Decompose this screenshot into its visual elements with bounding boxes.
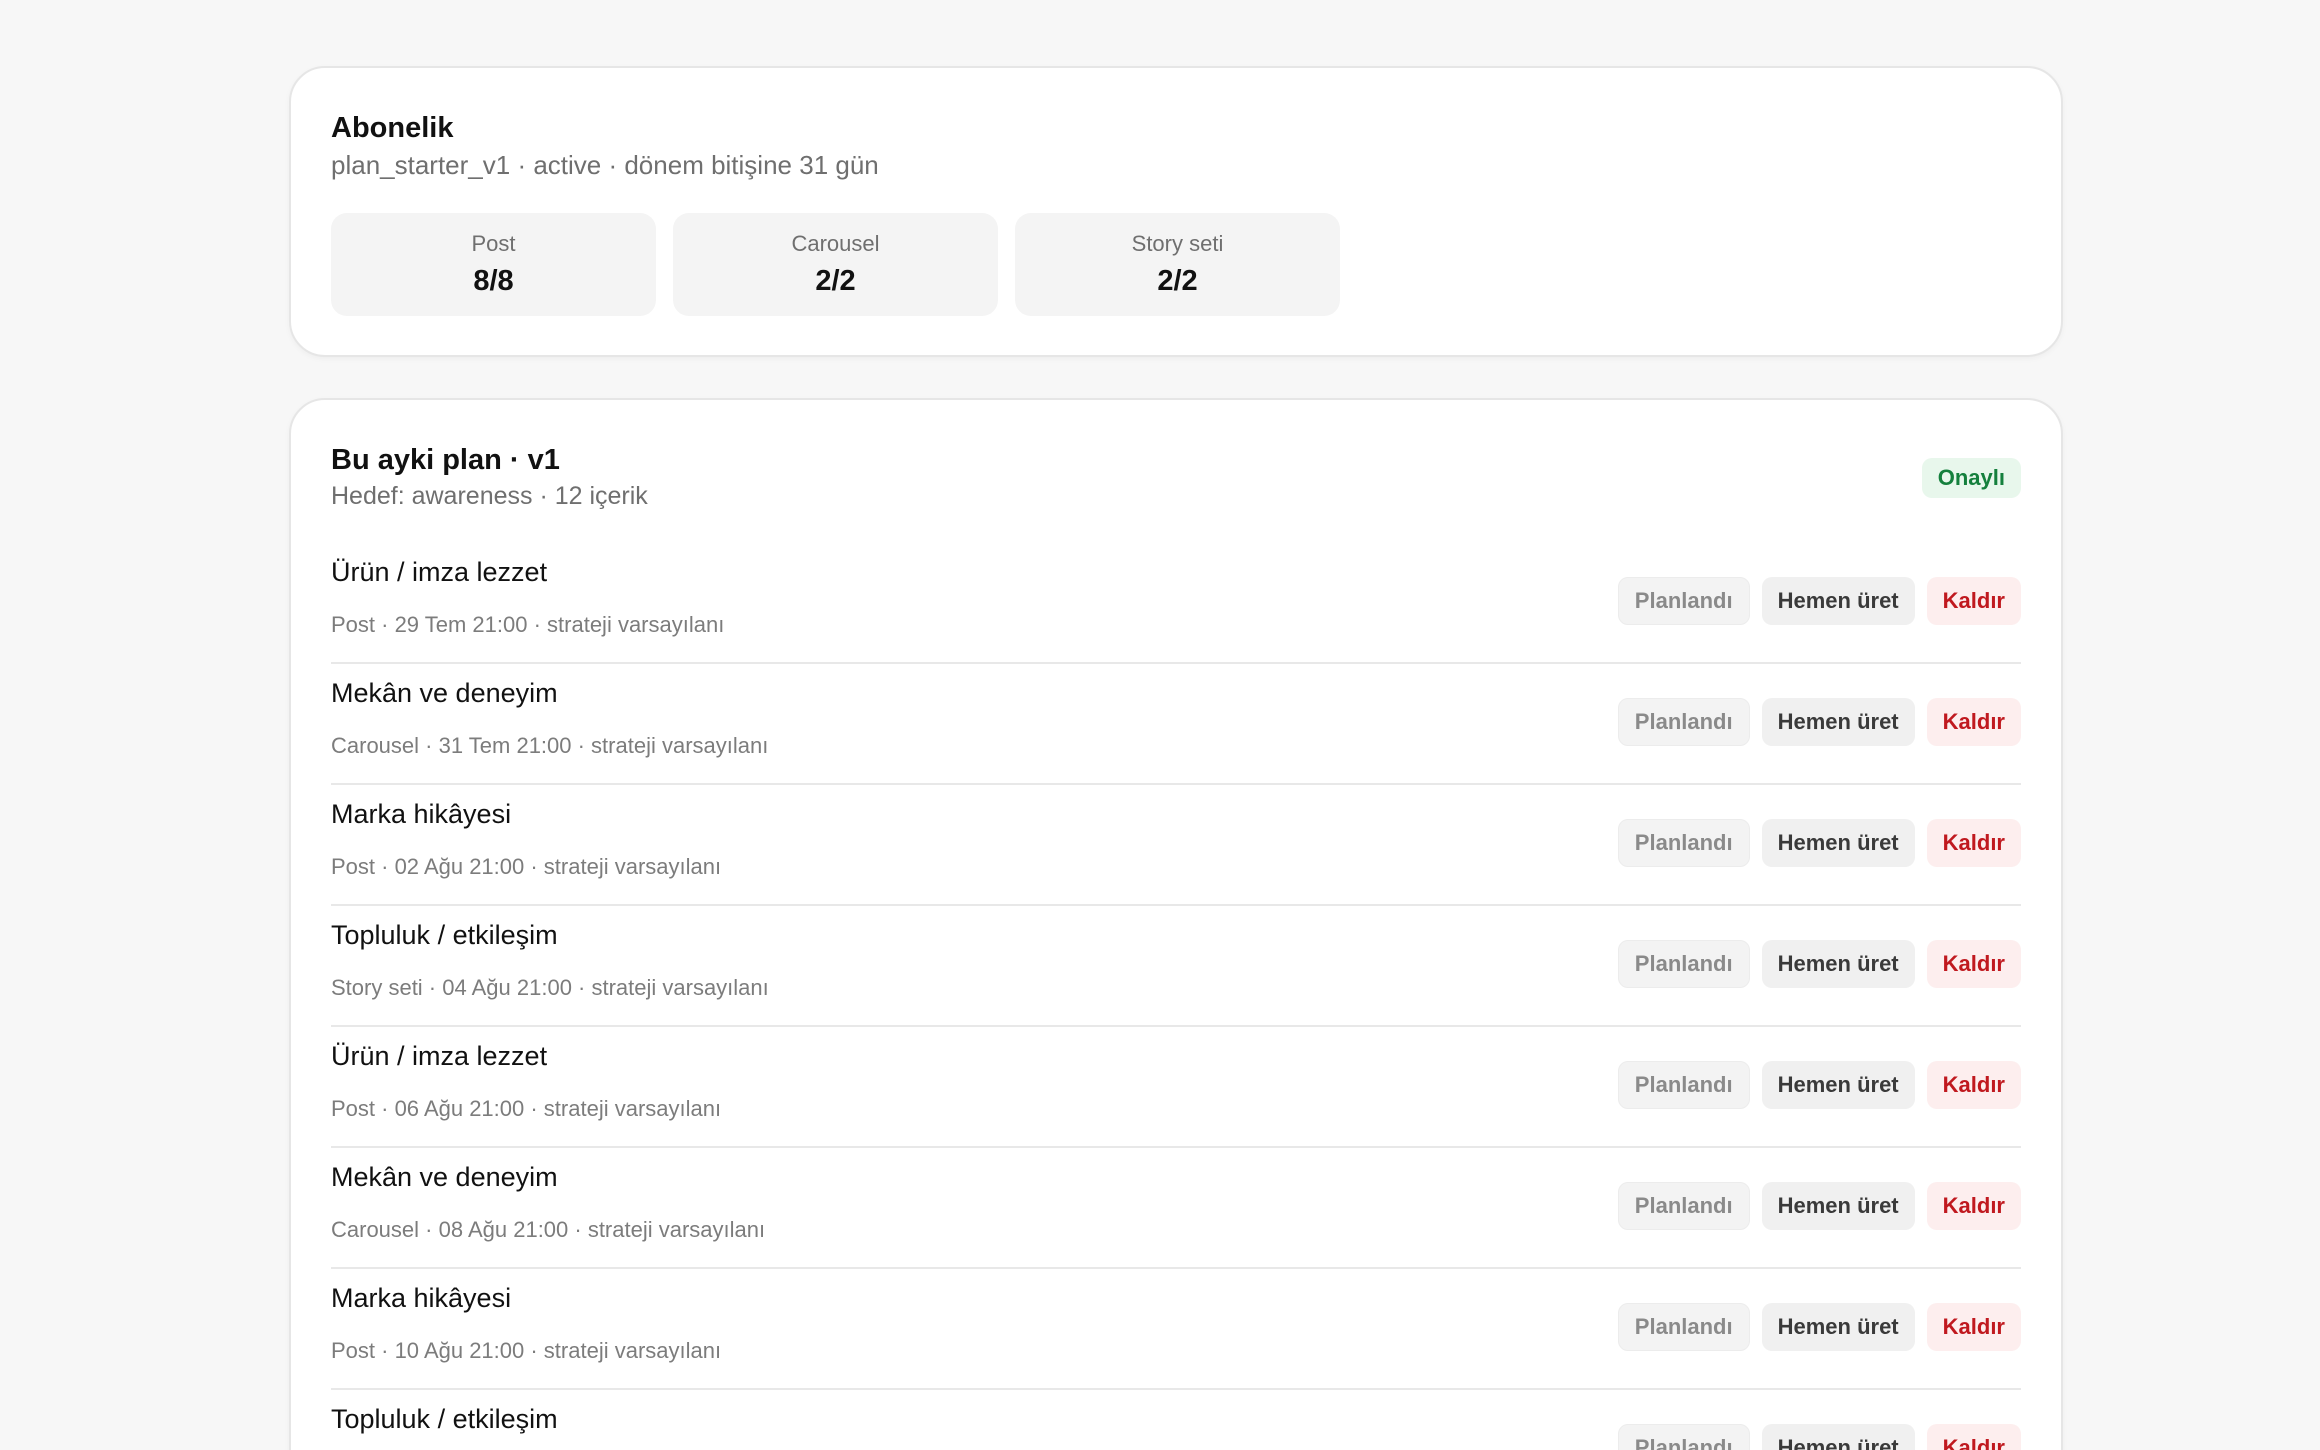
stat-value: 2/2	[815, 265, 856, 297]
plan-title: Bu ayki plan · v1	[331, 444, 560, 476]
plan-item-row: Mekân ve deneyim Carousel · 31 Tem 21:00…	[331, 664, 2021, 785]
remove-button[interactable]: Kaldır	[1926, 1303, 2021, 1351]
remove-button[interactable]: Kaldır	[1926, 577, 2021, 625]
plan-meta: Hedef: awareness · 12 içerik	[331, 482, 648, 510]
stat-label: Post	[471, 231, 516, 256]
plan-item-title: Topluluk / etkileşim	[331, 920, 558, 950]
plan-item-actions: Planlandı Hemen üret Kaldır	[1617, 940, 2021, 988]
plan-item-title: Ürün / imza lezzet	[331, 557, 548, 587]
plan-item-actions: Planlandı Hemen üret Kaldır	[1617, 1182, 2021, 1230]
plan-item-list: Ürün / imza lezzet Post · 29 Tem 21:00 ·…	[331, 543, 2021, 1450]
produce-now-button[interactable]: Hemen üret	[1761, 819, 1915, 867]
page: Abonelik plan_starter_v1 · active · döne…	[0, 0, 2320, 1450]
status-badge: Onaylı	[1921, 458, 2021, 498]
plan-item-meta: Post · 10 Ağu 21:00 · strateji varsayıla…	[331, 1338, 722, 1363]
produce-now-button[interactable]: Hemen üret	[1761, 940, 1915, 988]
produce-now-button[interactable]: Hemen üret	[1761, 1182, 1915, 1230]
plan-item-actions: Planlandı Hemen üret Kaldır	[1617, 1303, 2021, 1351]
plan-item-actions: Planlandı Hemen üret Kaldır	[1617, 698, 2021, 746]
planned-status-button[interactable]: Planlandı	[1617, 1303, 1750, 1351]
plan-item-row: Ürün / imza lezzet Post · 29 Tem 21:00 ·…	[331, 543, 2021, 664]
subscription-meta: plan_starter_v1 · active · dönem bitişin…	[331, 150, 879, 180]
produce-now-button[interactable]: Hemen üret	[1761, 1061, 1915, 1109]
plan-item-actions: Planlandı Hemen üret Kaldır	[1617, 1061, 2021, 1109]
produce-now-button[interactable]: Hemen üret	[1761, 698, 1915, 746]
plan-item-row: Ürün / imza lezzet Post · 06 Ağu 21:00 ·…	[331, 1027, 2021, 1148]
plan-item-row: Topluluk / etkileşim Story seti · 04 Ağu…	[331, 906, 2021, 1027]
plan-item-title: Mekân ve deneyim	[331, 1162, 558, 1192]
produce-now-button[interactable]: Hemen üret	[1761, 1303, 1915, 1351]
plan-item-meta: Carousel · 08 Ağu 21:00 · strateji varsa…	[331, 1217, 766, 1242]
subscription-card: Abonelik plan_starter_v1 · active · döne…	[289, 66, 2063, 357]
plan-item-actions: Planlandı Hemen üret Kaldır	[1617, 1424, 2021, 1450]
planned-status-button[interactable]: Planlandı	[1617, 577, 1750, 625]
plan-item-actions: Planlandı Hemen üret Kaldır	[1617, 819, 2021, 867]
usage-stats: Post 8/8 Carousel 2/2 Story seti 2/2	[331, 213, 1340, 316]
plan-item-meta: Post · 29 Tem 21:00 · strateji varsayıla…	[331, 612, 725, 637]
planned-status-button[interactable]: Planlandı	[1617, 1061, 1750, 1109]
remove-button[interactable]: Kaldır	[1926, 1182, 2021, 1230]
stat-label: Carousel	[791, 231, 880, 256]
planned-status-button[interactable]: Planlandı	[1617, 1424, 1750, 1450]
plan-item-meta: Post · 06 Ağu 21:00 · strateji varsayıla…	[331, 1096, 722, 1121]
remove-button[interactable]: Kaldır	[1926, 1061, 2021, 1109]
subscription-title: Abonelik	[331, 112, 454, 144]
monthly-plan-card: Bu ayki plan · v1 Hedef: awareness · 12 …	[289, 398, 2063, 1450]
remove-button[interactable]: Kaldır	[1926, 1424, 2021, 1450]
planned-status-button[interactable]: Planlandı	[1617, 698, 1750, 746]
stat-value: 8/8	[473, 265, 514, 297]
plan-item-title: Mekân ve deneyim	[331, 678, 558, 708]
plan-item-title: Ürün / imza lezzet	[331, 1041, 548, 1071]
plan-item-row: Mekân ve deneyim Carousel · 08 Ağu 21:00…	[331, 1148, 2021, 1269]
produce-now-button[interactable]: Hemen üret	[1761, 1424, 1915, 1450]
stat-post: Post 8/8	[331, 213, 656, 316]
stat-label: Story seti	[1131, 231, 1224, 256]
remove-button[interactable]: Kaldır	[1926, 698, 2021, 746]
plan-item-row: Marka hikâyesi Post · 10 Ağu 21:00 · str…	[331, 1269, 2021, 1390]
plan-item-title: Topluluk / etkileşim	[331, 1404, 558, 1434]
remove-button[interactable]: Kaldır	[1926, 819, 2021, 867]
plan-item-meta: Story seti · 04 Ağu 21:00 · strateji var…	[331, 975, 769, 1000]
remove-button[interactable]: Kaldır	[1926, 940, 2021, 988]
plan-item-title: Marka hikâyesi	[331, 1283, 512, 1313]
plan-item-row: Marka hikâyesi Post · 02 Ağu 21:00 · str…	[331, 785, 2021, 906]
planned-status-button[interactable]: Planlandı	[1617, 1182, 1750, 1230]
stat-story-set: Story seti 2/2	[1015, 213, 1340, 316]
plan-item-title: Marka hikâyesi	[331, 799, 512, 829]
stat-carousel: Carousel 2/2	[673, 213, 998, 316]
planned-status-button[interactable]: Planlandı	[1617, 819, 1750, 867]
planned-status-button[interactable]: Planlandı	[1617, 940, 1750, 988]
plan-item-meta: Post · 02 Ağu 21:00 · strateji varsayıla…	[331, 854, 722, 879]
plan-item-row: Topluluk / etkileşim Planlandı Hemen üre…	[331, 1390, 2021, 1450]
plan-item-actions: Planlandı Hemen üret Kaldır	[1617, 577, 2021, 625]
plan-item-meta: Carousel · 31 Tem 21:00 · strateji varsa…	[331, 733, 769, 758]
produce-now-button[interactable]: Hemen üret	[1761, 577, 1915, 625]
stat-value: 2/2	[1157, 265, 1198, 297]
